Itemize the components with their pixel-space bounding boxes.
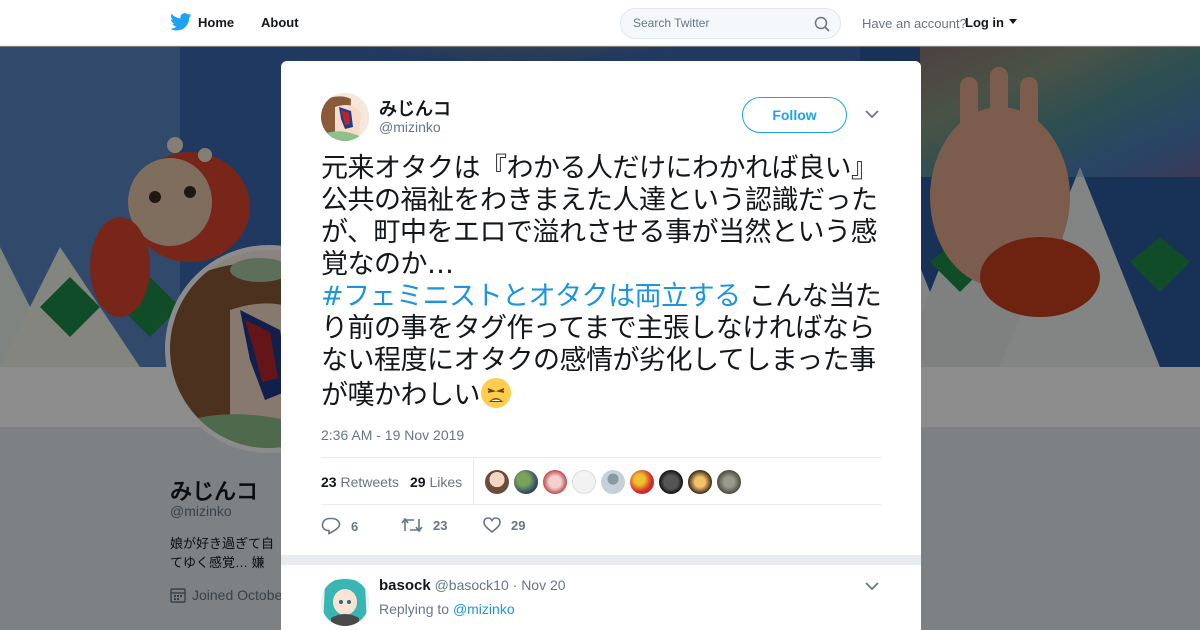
nav-home-link[interactable]: Home	[170, 13, 234, 31]
tweet-actions: 6 23 29	[321, 517, 621, 537]
login-button[interactable]: Log in	[965, 15, 1017, 30]
reply-count: 6	[351, 518, 359, 534]
tweet-modal: みじんコ @mizinko Follow 元来オタクは『わかる人だけにわかれば良…	[281, 61, 921, 630]
nav-home-label: Home	[198, 14, 235, 30]
tweet-text: 元来オタクは『わかる人だけにわかれば良い』公共の福祉をわきまえた人達という認識だ…	[321, 153, 886, 412]
author-name[interactable]: みじんコ	[379, 95, 451, 121]
liker-avatar[interactable]	[659, 470, 683, 494]
liker-avatar[interactable]	[543, 470, 567, 494]
liker-avatar[interactable]	[572, 470, 596, 494]
likes-label: Likes	[429, 474, 463, 490]
retweets-count: 23	[321, 474, 337, 490]
chevron-down-icon	[1008, 19, 1017, 24]
search-placeholder: Search Twitter	[633, 16, 710, 30]
tweet-timestamp[interactable]: 2:36 AM - 19 Nov 2019	[321, 427, 464, 443]
liker-avatar[interactable]	[514, 470, 538, 494]
likes-stat[interactable]: 29 Likes	[410, 474, 462, 490]
reply-header: basock @basock10 · Nov 20	[379, 577, 566, 594]
like-action-count: 29	[511, 517, 526, 533]
liker-avatar[interactable]	[485, 470, 509, 494]
chevron-down-icon[interactable]	[865, 109, 879, 119]
search-icon[interactable]	[814, 16, 830, 32]
tweet-stats: 23 Retweets 29 Likes	[321, 457, 881, 505]
liker-avatars	[485, 470, 741, 494]
reply-author-name[interactable]: basock	[379, 577, 431, 594]
twitter-bird-icon	[170, 13, 192, 31]
have-account-text: Have an account?	[862, 16, 967, 31]
reply-button[interactable]: 6	[321, 517, 358, 535]
retweets-label: Retweets	[340, 474, 399, 490]
author-handle[interactable]: @mizinko	[379, 119, 441, 135]
replying-to: Replying to @mizinko	[379, 601, 515, 617]
stats-divider	[473, 458, 474, 504]
heart-icon	[483, 517, 501, 533]
liker-avatar[interactable]	[630, 470, 654, 494]
follow-button[interactable]: Follow	[742, 97, 847, 133]
reply-author-handle[interactable]: @basock10	[435, 577, 509, 593]
tweet-text-part1: 元来オタクは『わかる人だけにわかれば良い』公共の福祉をわきまえた人達という認識だ…	[321, 153, 878, 280]
retweet-action-count: 23	[433, 517, 448, 533]
retweet-icon	[401, 517, 423, 533]
reply-date[interactable]: · Nov 20	[513, 577, 566, 593]
retweet-button[interactable]: 23	[401, 517, 447, 533]
reply-icon	[321, 517, 341, 535]
liker-avatar[interactable]	[688, 470, 712, 494]
reply-divider	[281, 555, 921, 565]
hashtag-link[interactable]: #フェミニストとオタクは両立する	[321, 281, 741, 312]
like-button[interactable]: 29	[483, 517, 525, 533]
reply-author-avatar[interactable]	[321, 578, 369, 626]
search-input[interactable]: Search Twitter	[620, 8, 841, 39]
likes-count: 29	[410, 474, 426, 490]
nav-about-link[interactable]: About	[261, 15, 299, 30]
reply-avatar-image	[321, 578, 369, 626]
close-icon[interactable]	[1154, 12, 1178, 36]
author-avatar[interactable]	[321, 93, 369, 141]
author-avatar-image	[321, 93, 369, 141]
chevron-down-icon[interactable]	[865, 581, 879, 591]
login-label: Log in	[965, 15, 1004, 30]
retweets-stat[interactable]: 23 Retweets	[321, 474, 399, 490]
replying-to-link[interactable]: @mizinko	[453, 601, 515, 617]
liker-avatar[interactable]	[717, 470, 741, 494]
top-nav: Home About Search Twitter Have an accoun…	[0, 0, 1200, 46]
replying-prefix: Replying to	[379, 601, 453, 617]
liker-avatar[interactable]	[601, 470, 625, 494]
weary-face-emoji-icon	[481, 378, 511, 408]
